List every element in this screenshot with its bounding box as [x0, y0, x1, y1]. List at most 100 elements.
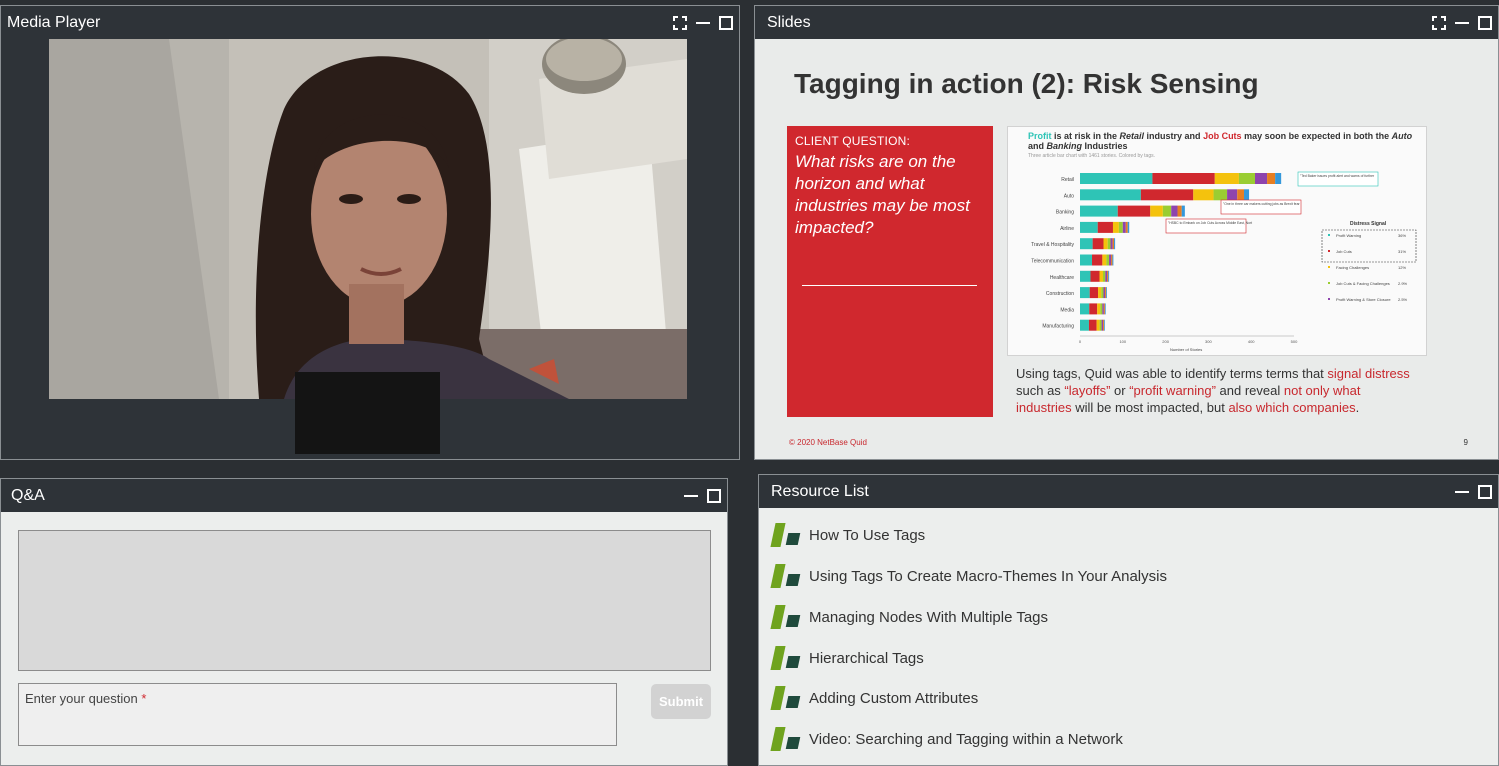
resource-doc-icon — [770, 725, 802, 753]
bar-segment — [1107, 270, 1109, 282]
bar-segment — [1080, 238, 1093, 250]
category-label: Media — [1060, 307, 1074, 313]
category-label: Retail — [1061, 177, 1074, 183]
required-mark: * — [141, 691, 147, 706]
slides-panel: Slides Tagging in action (2): Risk Sensi… — [754, 5, 1499, 460]
caption-part: . — [1355, 400, 1360, 415]
bar-segment — [1098, 287, 1102, 299]
caption-part: “profit warning” — [1129, 383, 1216, 398]
bar-segment — [1096, 319, 1100, 331]
bar-segment — [1103, 319, 1105, 331]
bar-segment — [1237, 189, 1244, 201]
qa-titlebar: Q&A — [1, 479, 727, 512]
divider — [802, 285, 977, 286]
maximize-icon[interactable] — [1478, 15, 1492, 30]
resource-item-label[interactable]: Using Tags To Create Macro-Themes In You… — [809, 568, 1167, 585]
annotation-text: "One in three car makers cutting jobs as… — [1223, 202, 1300, 206]
bar-segment — [1102, 270, 1106, 282]
bar-segment — [1107, 238, 1111, 250]
bar-segment — [1105, 287, 1107, 299]
client-question-text: What risks are on the horizon and what i… — [795, 152, 970, 237]
resource-doc-icon — [770, 562, 802, 590]
bar-segment — [1097, 221, 1113, 233]
bar-segment — [1140, 189, 1194, 201]
bar-segment — [1177, 205, 1182, 217]
maximize-icon[interactable] — [719, 15, 733, 30]
video-feed[interactable] — [49, 39, 687, 399]
x-axis-label: Number of Stories — [1170, 347, 1202, 352]
client-question-label: CLIENT QUESTION: — [795, 134, 910, 148]
bar-segment — [1267, 173, 1276, 184]
resource-item-label[interactable]: Adding Custom Attributes — [809, 690, 978, 707]
slides-titlebar: Slides — [755, 6, 1498, 39]
qa-title: Q&A — [11, 487, 45, 504]
legend-value: 2.5% — [1398, 297, 1408, 302]
maximize-icon[interactable] — [707, 488, 721, 503]
category-label: Auto — [1064, 193, 1075, 199]
resource-item[interactable]: Using Tags To Create Macro-Themes In You… — [770, 561, 1167, 591]
minimize-icon[interactable] — [1455, 490, 1469, 493]
category-label: Manufacturing — [1042, 324, 1074, 330]
resource-item-label[interactable]: How To Use Tags — [809, 527, 925, 544]
resource-item-label[interactable]: Hierarchical Tags — [809, 650, 924, 667]
bar-segment — [1238, 173, 1256, 184]
video-frame — [49, 39, 687, 399]
resource-item[interactable]: Hierarchical Tags — [770, 643, 924, 673]
bar-segment — [1214, 173, 1239, 184]
bar-segment — [1213, 189, 1228, 201]
x-tick-label: 400 — [1248, 339, 1255, 344]
resource-item-label[interactable]: Managing Nodes With Multiple Tags — [809, 609, 1048, 626]
question-input[interactable]: Enter your question * — [18, 683, 617, 746]
bar-segment — [1092, 254, 1103, 266]
bar-segment — [1181, 205, 1185, 217]
resource-doc-icon — [770, 684, 802, 712]
resource-item[interactable]: Managing Nodes With Multiple Tags — [770, 602, 1048, 632]
legend-swatch — [1328, 282, 1330, 284]
caption-part: also which companies — [1228, 400, 1356, 415]
bar-segment — [1080, 205, 1118, 217]
bar-segment — [1089, 303, 1098, 315]
legend-value: 36% — [1398, 233, 1406, 238]
bar-segment — [1100, 303, 1103, 315]
resource-item[interactable]: How To Use Tags — [770, 520, 925, 550]
minimize-icon[interactable] — [684, 494, 698, 497]
legend-swatch — [1328, 234, 1330, 236]
annotation-text: "HSBC to Embark on Job Cuts Across Middl… — [1168, 221, 1252, 225]
bar-segment — [1104, 303, 1106, 315]
question-input-label: Enter your question — [25, 691, 138, 706]
resource-item[interactable]: Video: Searching and Tagging within a Ne… — [770, 724, 1123, 754]
caption-part: will be most impacted, but — [1071, 400, 1229, 415]
resource-doc-icon — [770, 644, 802, 672]
bar-segment — [1080, 303, 1090, 315]
media-player-title: Media Player — [7, 14, 101, 31]
minimize-icon[interactable] — [1455, 21, 1469, 24]
legend-label: Profit Warning — [1336, 233, 1361, 238]
bar-segment — [1101, 319, 1104, 331]
resource-item-label[interactable]: Video: Searching and Tagging within a Ne… — [809, 731, 1123, 748]
bar-segment — [1106, 287, 1107, 299]
bar-segment — [1080, 189, 1141, 201]
slide-caption: Using tags, Quid was able to identify te… — [1016, 365, 1416, 416]
legend-label: Job Cuts & Facing Challenges — [1336, 281, 1390, 286]
bar-segment — [1114, 238, 1116, 250]
category-label: Travel & Hospitality — [1031, 242, 1074, 248]
bar-segment — [1080, 173, 1153, 184]
redacted-area — [295, 372, 440, 454]
submit-button[interactable]: Submit — [651, 684, 711, 719]
legend-value: 12% — [1398, 265, 1406, 270]
bar-segment — [1152, 173, 1215, 184]
bar-segment — [1080, 319, 1089, 331]
fullscreen-icon[interactable] — [673, 15, 687, 30]
bar-segment — [1106, 254, 1110, 266]
maximize-icon[interactable] — [1478, 484, 1492, 499]
resource-doc-icon — [770, 603, 802, 631]
bar-segment — [1097, 303, 1101, 315]
bar-segment — [1162, 205, 1172, 217]
minimize-icon[interactable] — [696, 21, 710, 24]
fullscreen-icon[interactable] — [1432, 15, 1446, 30]
bar-segment — [1103, 287, 1106, 299]
x-tick-label: 100 — [1119, 339, 1126, 344]
resource-item[interactable]: Adding Custom Attributes — [770, 683, 978, 713]
bar-segment — [1275, 173, 1282, 184]
resource-doc-icon — [770, 521, 802, 549]
